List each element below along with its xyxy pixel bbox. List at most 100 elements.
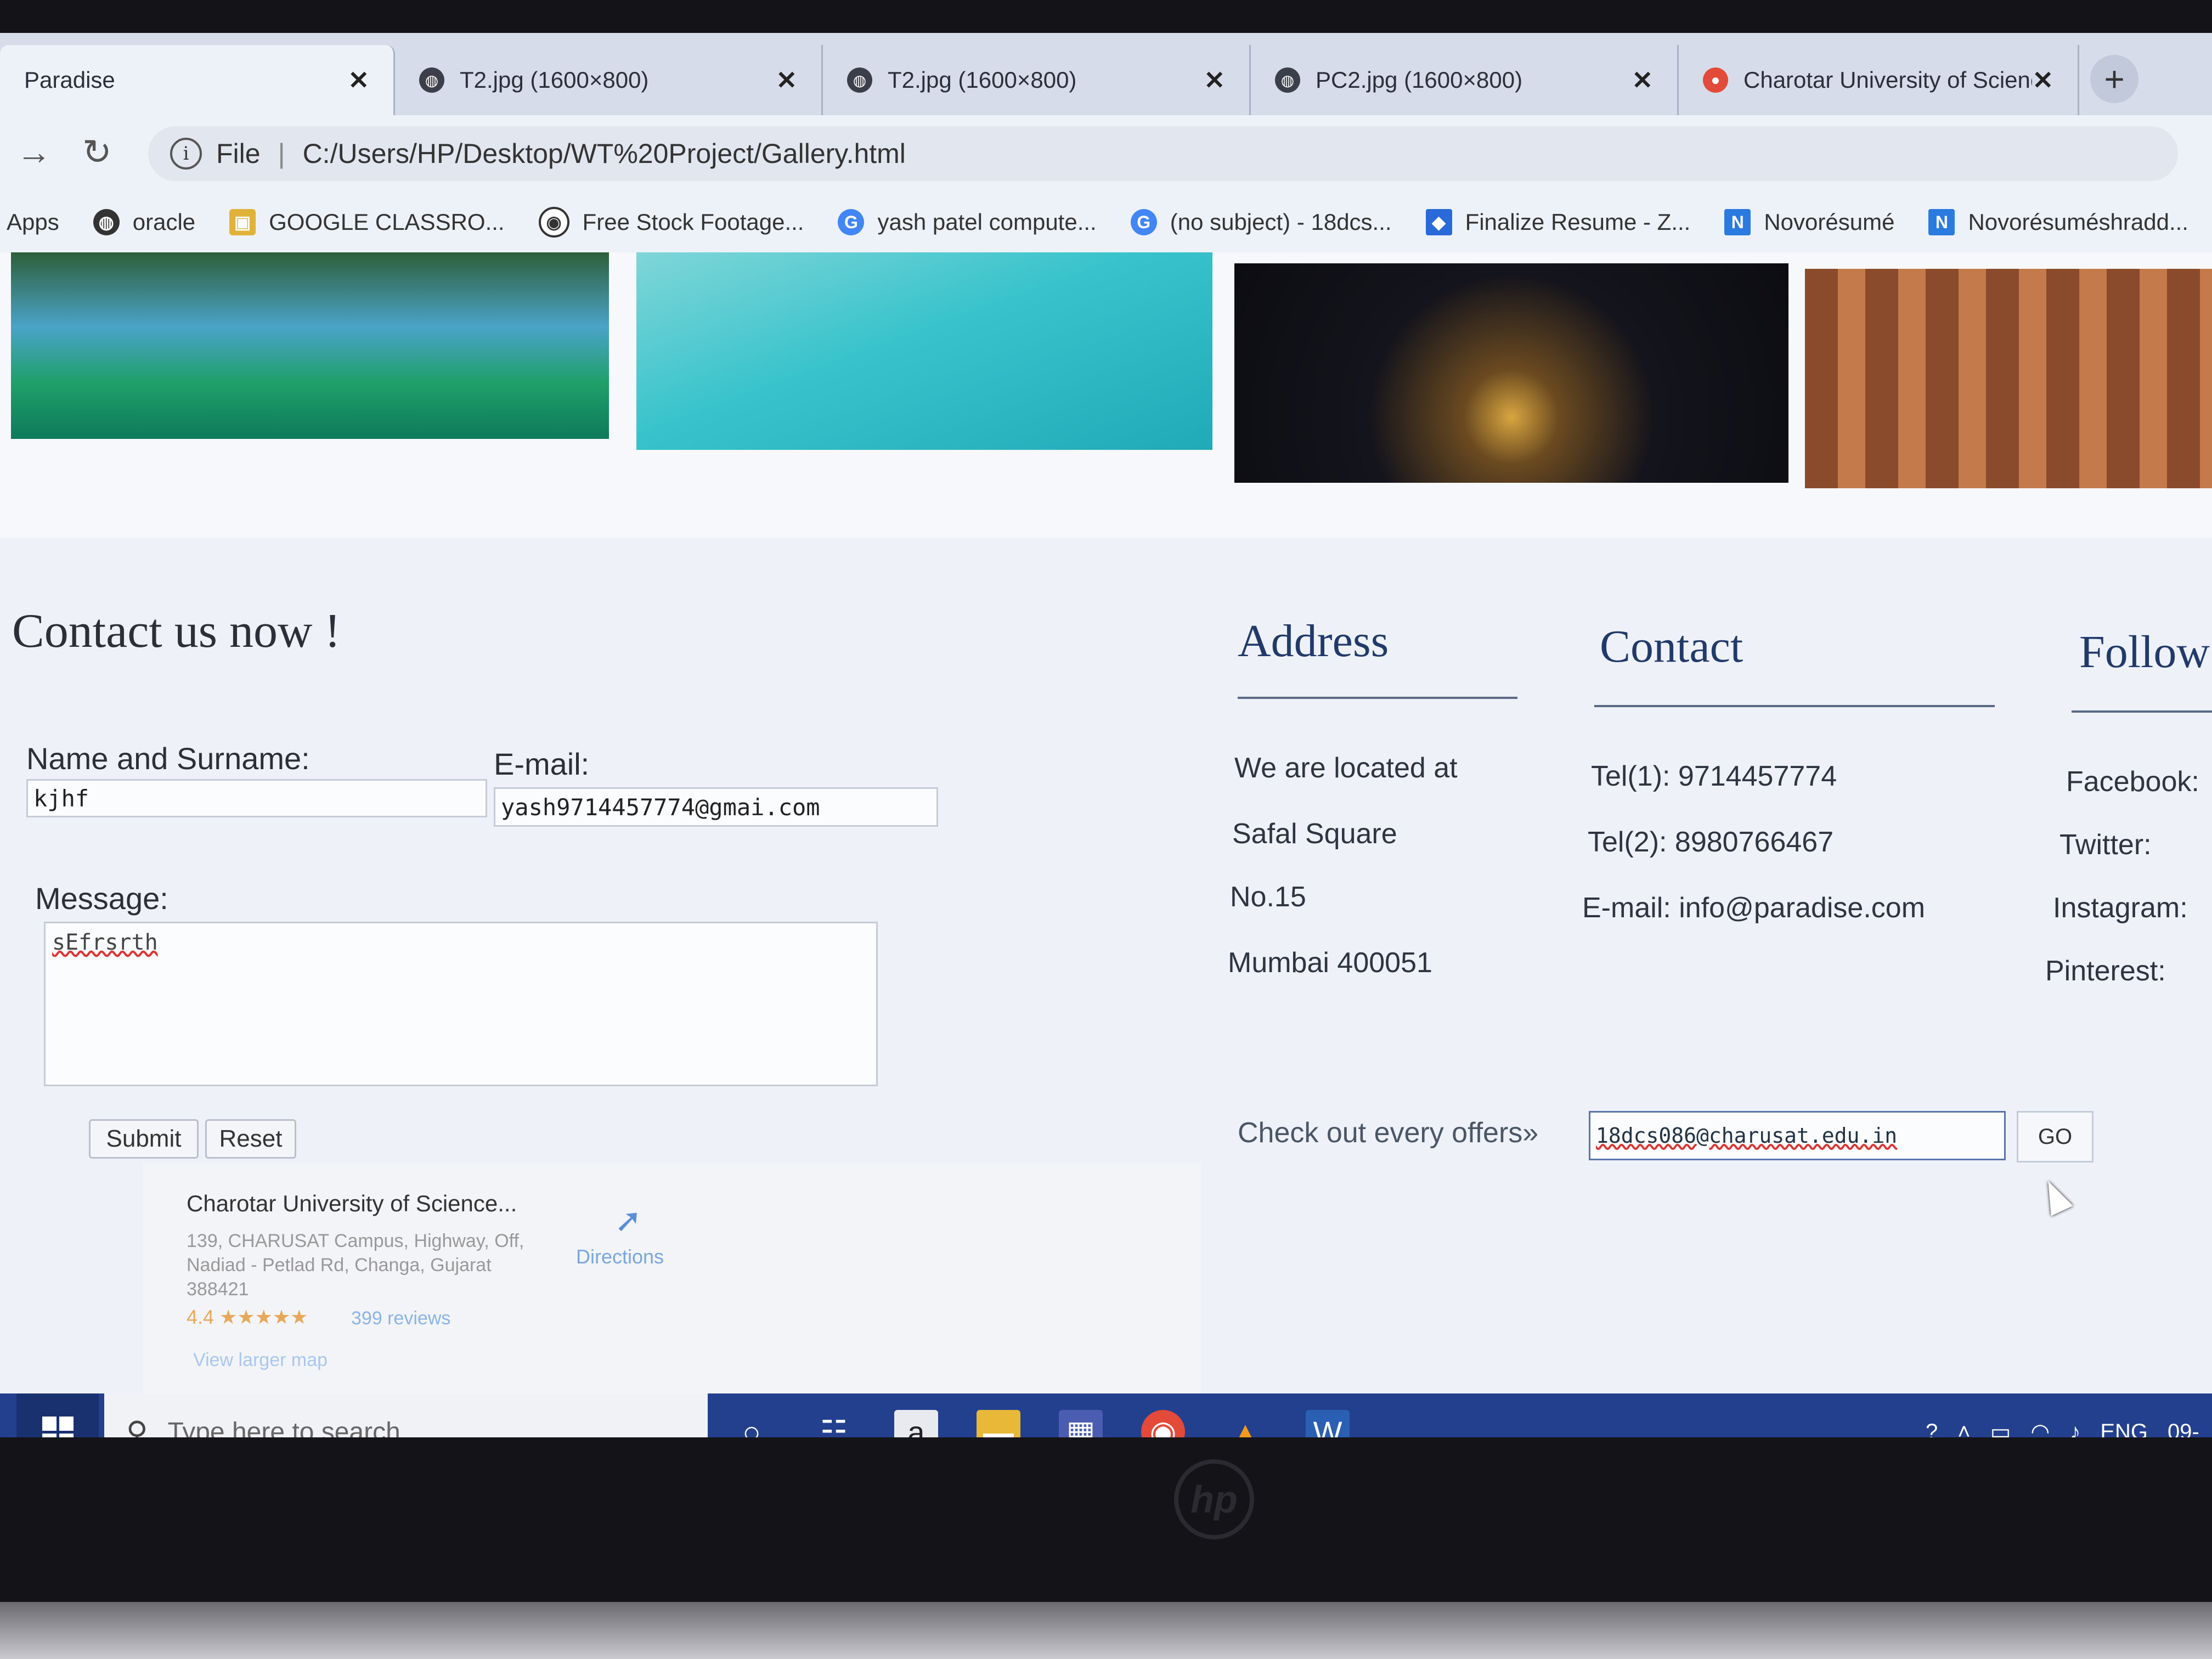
task-view-icon[interactable]: ☷ — [812, 1410, 856, 1437]
close-icon[interactable]: ✕ — [1632, 65, 1653, 95]
address-heading: Address — [1238, 616, 1389, 667]
tab-title: T2.jpg (1600×800) — [460, 67, 649, 93]
taskbar-search[interactable]: ⚲ Type here to search — [104, 1393, 708, 1437]
facebook-link[interactable]: Facebook: — [2066, 765, 2199, 798]
tab-t2-jpg[interactable]: ◍ T2.jpg (1600×800) ✕ — [395, 45, 823, 115]
contact-heading: Contact — [1600, 621, 1743, 672]
novoresume-icon: N — [1928, 209, 1955, 235]
target-icon: ◉ — [538, 207, 569, 238]
map-pin-icon: ● — [1703, 67, 1728, 93]
name-field[interactable]: kjhf — [26, 779, 487, 817]
chrome-icon[interactable]: ◉ — [1141, 1410, 1185, 1437]
follow-heading: Follow — [2079, 627, 2210, 678]
map-reviews-link[interactable]: 399 reviews — [351, 1308, 450, 1329]
amazon-icon[interactable]: a — [894, 1410, 938, 1437]
bookmarks-bar: Apps ◍ oracle ▣ GOOGLE CLASSRO... ◉ Free St… — [0, 192, 2212, 252]
cortana-icon[interactable]: ○ — [730, 1410, 774, 1438]
message-textarea[interactable]: sEfrsrth — [44, 922, 878, 1086]
go-button[interactable]: GO — [2017, 1111, 2094, 1163]
close-icon[interactable]: ✕ — [1204, 65, 1225, 95]
tab-t2-jpg-2[interactable]: ◍ T2.jpg (1600×800) ✕ — [823, 45, 1251, 115]
word-icon[interactable]: W — [1306, 1410, 1350, 1437]
browser-toolbar: → ↻ i File | C:/Users/HP/Desktop/WT%20Pr… — [0, 115, 2212, 192]
address-bar[interactable]: i File | C:/Users/HP/Desktop/WT%20Projec… — [148, 126, 2178, 181]
contact-title: Contact us now ! — [12, 605, 341, 658]
view-larger-map-link[interactable]: View larger map — [193, 1350, 328, 1371]
vlc-icon[interactable]: ▲ — [1223, 1410, 1267, 1438]
store-icon[interactable]: ▦ — [1059, 1410, 1103, 1437]
tab-strip: Paradise ✕ ◍ T2.jpg (1600×800) ✕ ◍ T2.jp… — [0, 33, 2212, 115]
bookmark-classroom[interactable]: ▣ GOOGLE CLASSRO... — [229, 209, 505, 235]
bookmark-gmail[interactable]: G (no subject) - 18dcs... — [1130, 209, 1392, 235]
bookmark-oracle[interactable]: ◍ oracle — [93, 209, 195, 235]
windows-icon — [42, 1416, 74, 1437]
map-place-title: Charotar University of Science... — [187, 1190, 517, 1216]
address-divider — [1238, 697, 1517, 699]
zety-icon: ◆ — [1425, 209, 1452, 235]
contact-line: E-mail: info@paradise.com — [1582, 892, 1926, 924]
tab-charotar[interactable]: ● Charotar University of Science ✕ — [1679, 45, 2079, 115]
reload-icon[interactable]: ↻ — [82, 132, 112, 173]
battery-icon[interactable]: ▭ — [1990, 1419, 2011, 1437]
wifi-icon[interactable]: ◠ — [2030, 1419, 2050, 1437]
hp-logo: hp — [1174, 1459, 1254, 1539]
forward-icon[interactable]: → — [16, 132, 52, 172]
directions-link[interactable]: Directions — [576, 1245, 664, 1268]
classroom-icon: ▣ — [229, 209, 256, 235]
laptop-hinge — [0, 1602, 2212, 1659]
message-label: Message: — [35, 881, 168, 916]
tab-title: T2.jpg (1600×800) — [888, 67, 1077, 93]
globe-icon: ◍ — [93, 209, 120, 235]
instagram-link[interactable]: Instagram: — [2053, 891, 2188, 924]
bookmark-google-search[interactable]: Gyash patel compute... — [838, 209, 1097, 235]
chevron-up-icon[interactable]: ˄ — [1957, 1420, 1970, 1438]
mouse-cursor-icon — [2037, 1176, 2073, 1216]
close-icon[interactable]: ✕ — [776, 65, 797, 95]
gallery-photo-islands[interactable] — [11, 252, 609, 439]
address-line: We are located at — [1234, 752, 1458, 784]
new-tab-button[interactable]: + — [2090, 55, 2138, 103]
volume-icon[interactable]: ♪ — [2069, 1420, 2080, 1438]
file-explorer-icon[interactable]: ▬ — [977, 1410, 1020, 1437]
info-icon[interactable]: i — [170, 138, 202, 170]
pinterest-link[interactable]: Pinterest: — [2045, 955, 2166, 988]
bookmark-novoresume[interactable]: N Novorésumé — [1724, 209, 1894, 235]
embedded-map[interactable]: Charotar University of Science... 139, C… — [143, 1163, 1201, 1404]
offers-email-input[interactable]: 18dcs086@charusat.edu.in — [1589, 1111, 2006, 1160]
close-icon[interactable]: ✕ — [2032, 65, 2053, 95]
search-icon: ⚲ — [126, 1415, 148, 1438]
tab-paradise[interactable]: Paradise ✕ — [0, 45, 395, 115]
submit-button[interactable]: Submit — [89, 1119, 199, 1159]
address-line: Safal Square — [1232, 818, 1397, 850]
directions-icon[interactable]: ➚ — [614, 1201, 642, 1240]
map-place-address: 139, CHARUSAT Campus, Highway, Off, Nadi… — [187, 1231, 524, 1300]
language-indicator[interactable]: ENG — [2100, 1420, 2148, 1438]
contact-line: Tel(2): 8980766467 — [1588, 826, 1834, 858]
help-icon[interactable]: ? — [1926, 1420, 1938, 1438]
reset-button[interactable]: Reset — [205, 1119, 296, 1159]
tab-title: PC2.jpg (1600×800) — [1316, 67, 1523, 93]
contact-divider — [1594, 705, 1995, 707]
tab-title: Charotar University of Science — [1743, 67, 2033, 93]
start-button[interactable] — [16, 1393, 99, 1437]
twitter-link[interactable]: Twitter: — [2059, 828, 2152, 861]
system-tray: ? ˄ ▭ ◠ ♪ ENG 09- — [1926, 1393, 2199, 1438]
google-icon: G — [838, 209, 865, 235]
gallery-photo-colosseum[interactable] — [1805, 269, 2212, 488]
photo-gallery — [0, 252, 2212, 538]
bookmark-zety[interactable]: ◆ Finalize Resume - Z... — [1425, 209, 1690, 235]
close-icon[interactable]: ✕ — [348, 65, 369, 95]
gallery-photo-eiffel-tower[interactable] — [1234, 263, 1788, 483]
email-field[interactable]: yash9714457774@gmai.com — [494, 787, 938, 827]
gallery-photo-water-villas[interactable] — [636, 252, 1212, 450]
bookmark-apps[interactable]: Apps — [7, 209, 59, 235]
map-rating: 4.4 ★★★★★ — [187, 1306, 308, 1328]
tab-pc2-jpg[interactable]: ◍ PC2.jpg (1600×800) ✕ — [1251, 45, 1679, 115]
tab-title: Paradise — [24, 67, 115, 93]
address-line: No.15 — [1230, 881, 1306, 913]
name-label: Name and Surname: — [26, 741, 310, 776]
bookmark-stock-footage[interactable]: ◉ Free Stock Footage... — [538, 207, 804, 238]
clock[interactable]: 09- — [2168, 1420, 2199, 1438]
bookmark-novoresume-2[interactable]: N Novorésuméshradd... — [1928, 209, 2188, 235]
contact-line: Tel(1): 9714457774 — [1591, 760, 1837, 792]
